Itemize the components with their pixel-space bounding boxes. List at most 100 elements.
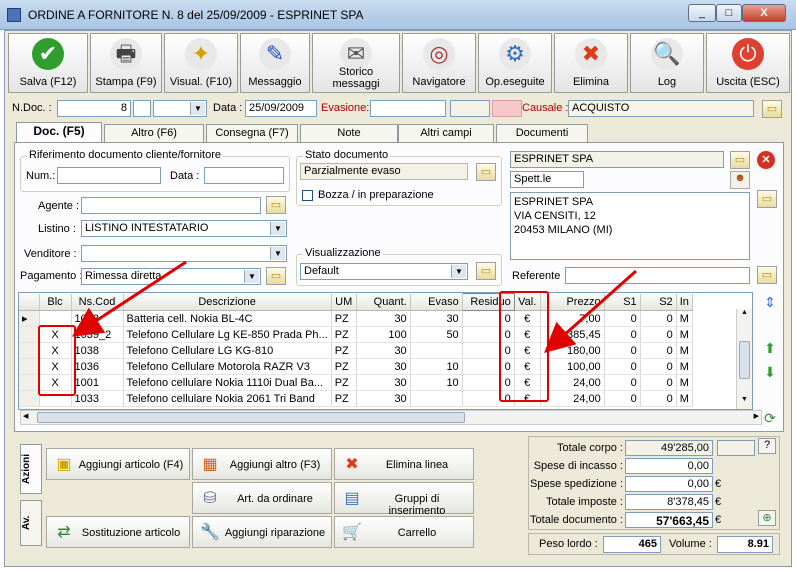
table-cell[interactable]: 0 [640, 326, 677, 343]
column-header[interactable]: Ns.Cod [71, 293, 124, 311]
add-article-button[interactable]: ▣ Aggiungi articolo (F4) [46, 448, 190, 480]
scroll-left-icon[interactable]: ◀ [23, 412, 28, 420]
row-selector[interactable] [19, 390, 40, 407]
column-header[interactable]: S2 [640, 293, 677, 311]
move-updown-icon[interactable]: ⇕ [760, 292, 780, 312]
row-selector[interactable] [19, 342, 40, 359]
table-cell[interactable]: 0 [640, 310, 677, 327]
table-row[interactable]: ▸ 1043 Batteria cell. Nokia BL-4C PZ 30 30 0 €7… [19, 310, 693, 327]
cart-button[interactable]: 🛒 Carrello [334, 516, 474, 548]
table-cell[interactable]: 30 [410, 310, 463, 327]
table-cell[interactable]: 30 [356, 390, 411, 407]
totals-zoom-icon[interactable]: ⊕ [758, 510, 776, 526]
table-cell[interactable]: 30 [356, 342, 411, 359]
listino-select[interactable]: LISTINO INTESTATARIO [81, 220, 287, 237]
table-cell[interactable]: 24,00 [540, 390, 605, 407]
totals-help-button[interactable]: ? [758, 438, 776, 454]
scroll-thumb[interactable] [739, 341, 750, 379]
column-header[interactable]: Descrizione [123, 293, 332, 311]
table-cell[interactable]: 1038 [71, 342, 124, 359]
table-cell[interactable]: 30 [356, 374, 411, 391]
riferimento-data-field[interactable] [204, 167, 284, 184]
table-cell[interactable]: 0 [604, 358, 641, 375]
column-header[interactable]: UM [331, 293, 357, 311]
message-history-button[interactable]: ✉ Storico messaggi [312, 33, 400, 93]
table-cell[interactable]: PZ [331, 390, 357, 407]
visualizzazione-select[interactable]: Default [300, 263, 468, 280]
maximize-button[interactable]: □ [716, 4, 742, 22]
table-cell[interactable]: 1039_2 [71, 326, 124, 343]
table-cell[interactable]: M [676, 326, 693, 343]
address-folder-icon[interactable]: ▭ [757, 190, 777, 208]
stato-folder-icon[interactable]: ▭ [476, 163, 496, 181]
message-button[interactable]: ✎ Messaggio [240, 33, 310, 93]
row-selector[interactable] [19, 326, 40, 343]
supplier-title-field[interactable]: Spett.le [510, 171, 584, 188]
table-cell[interactable]: 7,00 [540, 310, 605, 327]
table-cell[interactable]: 100 [356, 326, 411, 343]
table-cell[interactable]: 1043 [71, 310, 124, 327]
tab-4[interactable]: Altri campi [398, 124, 494, 142]
delete-line-button[interactable]: ✖ Elimina linea [334, 448, 474, 480]
table-row[interactable]: X 1001 Telefono cellulare Nokia 1110i Dual… [19, 374, 693, 391]
ndoc-suffix-field[interactable] [133, 100, 151, 117]
table-cell[interactable]: 0 [604, 390, 641, 407]
evasione-field[interactable] [370, 100, 446, 117]
table-cell[interactable]: 10 [410, 374, 463, 391]
table-cell[interactable]: 0 [640, 342, 677, 359]
hscroll-thumb[interactable] [37, 412, 465, 423]
delete-button[interactable]: ✖ Elimina [554, 33, 628, 93]
table-cell[interactable]: 0 [604, 326, 641, 343]
scroll-down-icon[interactable]: ▼ [738, 396, 751, 409]
column-header[interactable]: S1 [604, 293, 641, 311]
table-cell[interactable]: 0 [640, 374, 677, 391]
table-cell[interactable]: 0 [604, 374, 641, 391]
navigator-button[interactable]: ◎ Navigatore [402, 33, 476, 93]
table-cell[interactable]: 1001 [71, 374, 124, 391]
causale-folder-icon[interactable]: ▭ [762, 100, 782, 118]
view-button[interactable]: ✦ Visual. (F10) [164, 33, 238, 93]
table-row[interactable]: X 1038 Telefono Cellulare LG KG-810 PZ 30 0 €1… [19, 342, 693, 359]
tab-azioni[interactable]: Azioni [20, 444, 42, 494]
tab-1[interactable]: Altro (F6) [104, 124, 204, 142]
visualizzazione-folder-icon[interactable]: ▭ [476, 262, 496, 280]
table-cell[interactable] [410, 390, 463, 407]
pagamento-folder-icon[interactable]: ▭ [266, 267, 286, 285]
column-header[interactable]: Blc [39, 293, 72, 311]
items-grid[interactable]: Blc Ns.Cod Descrizione UM Quant. Evaso Residuo… [18, 292, 753, 410]
table-cell[interactable]: PZ [331, 374, 357, 391]
table-cell[interactable]: 1033 [71, 390, 124, 407]
table-cell[interactable] [410, 342, 463, 359]
referente-folder-icon[interactable]: ▭ [757, 266, 777, 284]
table-cell[interactable]: 1036 [71, 358, 124, 375]
table-cell[interactable]: 100,00 [540, 358, 605, 375]
table-cell[interactable]: M [676, 374, 693, 391]
series-select[interactable] [153, 100, 207, 117]
table-cell[interactable]: PZ [331, 310, 357, 327]
table-cell[interactable]: 0 [640, 390, 677, 407]
date-field[interactable]: 25/09/2009 [245, 100, 317, 117]
table-cell[interactable]: PZ [331, 358, 357, 375]
table-cell[interactable]: 24,00 [540, 374, 605, 391]
log-button[interactable]: 🔍 Log [630, 33, 704, 93]
tab-2[interactable]: Consegna (F7) [206, 124, 298, 142]
referente-field[interactable] [565, 267, 750, 284]
row-selector[interactable]: ▸ [19, 310, 40, 327]
supplier-remove-icon[interactable]: ✕ [757, 151, 775, 169]
table-row[interactable]: X 1039_2 Telefono Cellulare Lg KE-850 Prad… [19, 326, 693, 343]
table-cell[interactable]: M [676, 390, 693, 407]
table-cell[interactable]: Telefono Cellulare Lg KE-850 Prada Ph... [123, 326, 332, 343]
tab-av[interactable]: Av. [20, 500, 42, 546]
bozza-checkbox[interactable] [302, 190, 313, 201]
close-button[interactable]: X [742, 4, 786, 22]
table-cell[interactable]: PZ [331, 326, 357, 343]
table-cell[interactable]: Telefono cellulare Nokia 2061 Tri Band [123, 390, 332, 407]
table-cell[interactable]: M [676, 358, 693, 375]
column-header[interactable]: In [676, 293, 693, 311]
table-cell[interactable]: 0 [604, 310, 641, 327]
tab-5[interactable]: Documenti [496, 124, 588, 142]
row-selector[interactable] [19, 374, 40, 391]
agente-field[interactable] [81, 197, 261, 214]
table-cell[interactable]: 0 [604, 342, 641, 359]
save-button[interactable]: ✔ Salva (F12) [8, 33, 88, 93]
